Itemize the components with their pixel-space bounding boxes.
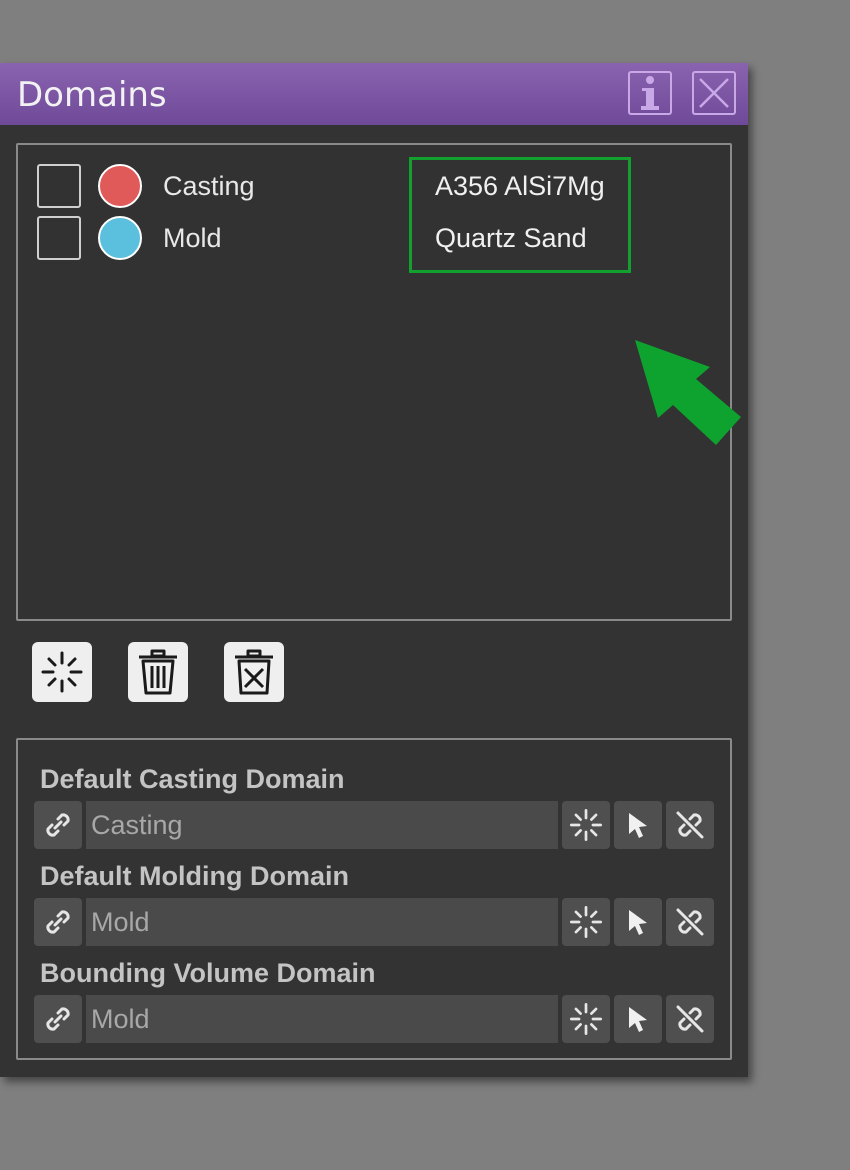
default-casting-label: Default Casting Domain bbox=[40, 764, 345, 794]
pointer-arrow-icon bbox=[635, 340, 741, 445]
create-button[interactable] bbox=[562, 898, 610, 946]
domain-material[interactable]: Quartz Sand bbox=[435, 223, 587, 254]
unlink-icon bbox=[676, 811, 704, 839]
unlink-icon bbox=[676, 908, 704, 936]
create-button[interactable] bbox=[562, 995, 610, 1043]
delete-all-domains-button[interactable] bbox=[224, 642, 284, 702]
close-icon bbox=[699, 78, 729, 108]
select-button[interactable] bbox=[614, 995, 662, 1043]
create-button[interactable] bbox=[562, 801, 610, 849]
bounding-volume-label: Bounding Volume Domain bbox=[40, 958, 376, 988]
default-molding-label: Default Molding Domain bbox=[40, 861, 349, 891]
default-molding-field[interactable] bbox=[86, 898, 558, 947]
cursor-arrow-icon bbox=[629, 813, 647, 838]
domain-name: Mold bbox=[163, 223, 222, 253]
close-button[interactable] bbox=[692, 71, 736, 115]
link-icon bbox=[46, 910, 70, 934]
title-bar[interactable]: Domains bbox=[0, 63, 748, 125]
sparkle-icon bbox=[569, 808, 603, 842]
domain-list: Casting Mold A356 AlSi7Mg Quartz Sand bbox=[16, 143, 732, 621]
domain-material[interactable]: A356 AlSi7Mg bbox=[435, 171, 605, 202]
delete-domain-button[interactable] bbox=[128, 642, 188, 702]
trash-icon bbox=[139, 649, 177, 695]
sparkle-icon bbox=[41, 651, 83, 693]
bounding-volume-input[interactable] bbox=[91, 995, 558, 1044]
trash-x-icon bbox=[235, 649, 273, 695]
unlink-button[interactable] bbox=[666, 801, 714, 849]
sparkle-icon bbox=[569, 1002, 603, 1036]
domain-checkbox[interactable] bbox=[37, 216, 81, 260]
domain-name: Casting bbox=[163, 171, 255, 201]
domains-panel: Domains Casting Mold A356 AlSi7Mg Quartz… bbox=[0, 63, 748, 1077]
domain-color-swatch[interactable] bbox=[98, 164, 142, 208]
default-casting-field[interactable] bbox=[86, 801, 558, 850]
cursor-arrow-icon bbox=[629, 910, 647, 935]
domain-color-swatch[interactable] bbox=[98, 216, 142, 260]
bounding-volume-field[interactable] bbox=[86, 995, 558, 1044]
select-button[interactable] bbox=[614, 801, 662, 849]
link-button[interactable] bbox=[34, 898, 82, 946]
link-icon bbox=[46, 813, 70, 837]
window-title: Domains bbox=[17, 75, 167, 115]
unlink-button[interactable] bbox=[666, 995, 714, 1043]
cursor-arrow-icon bbox=[629, 1007, 647, 1032]
default-domains-section: Default Casting Domain Casting Default M… bbox=[16, 738, 732, 1060]
unlink-icon bbox=[676, 1005, 704, 1033]
domain-checkbox[interactable] bbox=[37, 164, 81, 208]
info-button[interactable] bbox=[628, 71, 672, 115]
select-button[interactable] bbox=[614, 898, 662, 946]
info-icon bbox=[641, 76, 659, 110]
unlink-button[interactable] bbox=[666, 898, 714, 946]
new-domain-button[interactable] bbox=[32, 642, 92, 702]
link-button[interactable] bbox=[34, 801, 82, 849]
default-casting-input[interactable] bbox=[91, 801, 558, 850]
sparkle-icon bbox=[569, 905, 603, 939]
link-button[interactable] bbox=[34, 995, 82, 1043]
link-icon bbox=[46, 1007, 70, 1031]
default-molding-input[interactable] bbox=[91, 898, 558, 947]
